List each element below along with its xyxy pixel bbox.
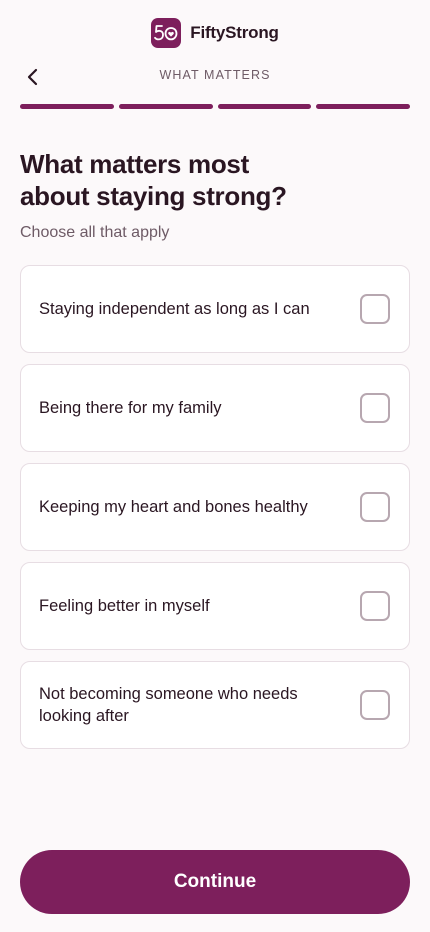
progress-segment bbox=[316, 104, 410, 109]
options-list: Staying independent as long as I can Bei… bbox=[20, 265, 410, 760]
option-label: Keeping my heart and bones healthy bbox=[39, 498, 308, 516]
option-card[interactable]: Keeping my heart and bones healthy bbox=[20, 463, 410, 551]
option-checkbox[interactable] bbox=[360, 294, 390, 324]
option-label: Feeling better in myself bbox=[39, 597, 210, 615]
page-title-line: about staying strong? bbox=[20, 181, 287, 211]
option-card[interactable]: Not becoming someone who needs looking a… bbox=[20, 661, 410, 749]
option-label: Staying independent as long as I can bbox=[39, 300, 310, 318]
option-checkbox[interactable] bbox=[360, 393, 390, 423]
brand-name: FiftyStrong bbox=[190, 23, 279, 42]
option-card[interactable]: Staying independent as long as I can bbox=[20, 265, 410, 353]
app-header-brand: FiftyStrong bbox=[0, 18, 430, 48]
step-label: WHAT MATTERS bbox=[159, 68, 271, 82]
option-checkbox[interactable] bbox=[360, 492, 390, 522]
continue-button[interactable]: Continue bbox=[20, 850, 410, 914]
progress-bar bbox=[20, 104, 410, 109]
option-card[interactable]: Feeling better in myself bbox=[20, 562, 410, 650]
progress-segment bbox=[20, 104, 114, 109]
option-checkbox[interactable] bbox=[360, 591, 390, 621]
progress-segment bbox=[217, 104, 312, 109]
option-checkbox[interactable] bbox=[360, 690, 390, 720]
step-header: WHAT MATTERS bbox=[0, 60, 430, 92]
page-title: What matters most about staying strong? bbox=[20, 148, 400, 212]
fifty-heart-logo-icon bbox=[151, 18, 182, 48]
page-title-line: What matters most bbox=[20, 149, 249, 179]
option-label: Being there for my family bbox=[39, 399, 222, 417]
option-card[interactable]: Being there for my family bbox=[20, 364, 410, 452]
option-label: Not becoming someone who needs looking a… bbox=[39, 685, 298, 725]
instruction-text: Choose all that apply bbox=[20, 224, 170, 241]
progress-segment bbox=[118, 104, 213, 109]
